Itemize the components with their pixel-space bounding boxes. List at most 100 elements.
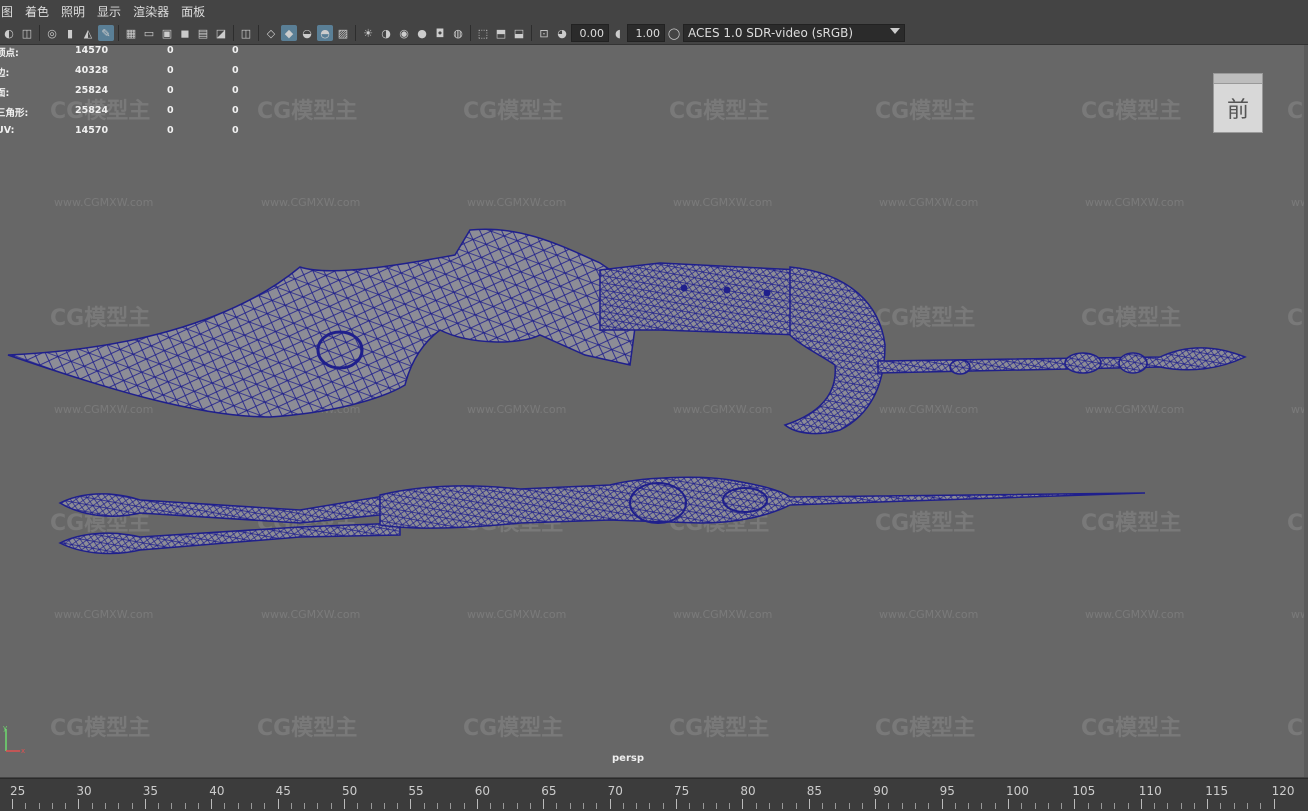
ruler-tick [1140,799,1142,809]
menu-bar: 图着色 照明 显示 渲染器 面板 [0,0,1308,22]
hud-row: UV: 14570 0 0 [0,125,250,145]
hud-v3: 0 [232,125,239,136]
svg-text:y: y [3,725,7,732]
ruler-tick [941,799,943,809]
safe-action-icon[interactable]: ◪ [213,25,229,41]
menu-item-3[interactable]: 显示 [91,3,127,20]
hud-v2: 0 [167,125,174,136]
ruler-tick [968,803,970,809]
ruler-tick [158,803,160,809]
anti-alias-icon[interactable]: ◘ [432,25,448,41]
view-cube-front-face[interactable]: 前 [1213,83,1263,133]
motion-blur-icon[interactable]: ● [414,25,430,41]
ruler-tick [184,803,186,809]
menu-item-2[interactable]: 照明 [55,3,91,20]
ruler-label: 120 [1271,784,1295,798]
wireframe-icon[interactable]: ◇ [263,25,279,41]
color-space-dropdown[interactable]: ACES 1.0 SDR-video (sRGB) [683,24,905,42]
ruler-tick [197,803,199,809]
image-plane-icon[interactable]: ▮ [62,25,78,41]
exposure-icon[interactable]: ◕ [554,25,570,41]
chevron-down-icon [890,28,900,34]
2d-pan-icon[interactable]: ◭ [80,25,96,41]
toolbar-separator [118,25,119,41]
ruler-tick [1247,803,1249,809]
xray-active-icon[interactable]: ⬓ [511,25,527,41]
ruler-label: 90 [873,784,889,798]
lower-tail-bottom [58,522,401,555]
panel-toolbar: ◐ ◫ ◎ ▮ ◭ ✎ ▦ ▭ ▣ ◼ ▤ ◪ ◫ ◇ ◆ ◒ ◓ ▨ ☀ ◑ ◉ ● ◘ ◍ ⬚ ⬒ ⬓ ⊡ ◕ 0.00 ◖ 1.00 ◯ A… [0,22,1308,45]
field-chart-icon[interactable]: ▤ [195,25,211,41]
svg-text:x: x [21,747,25,755]
menu-item-0[interactable]: 图 [0,3,19,20]
use-all-lights-icon[interactable]: ☀ [360,25,376,41]
weapon-wireframe-mesh[interactable] [0,45,1304,777]
menu-item-4[interactable]: 渲染器 [127,3,175,20]
camera-select-icon[interactable]: ◐ [1,25,17,41]
grid-icon[interactable]: ▦ [123,25,139,41]
default-material-icon[interactable]: ◒ [299,25,315,41]
hud-v1: 40328 [75,65,109,76]
ruler-tick [768,803,770,809]
ruler-tick [317,803,319,809]
ruler-tick [636,803,638,809]
poly-count-hud: 顶点:1457000边:4032800面:2582400三角形:2582400U… [0,45,250,145]
resolution-gate-icon[interactable]: ▣ [159,25,175,41]
ruler-tick [383,803,385,809]
ruler-tick [1074,799,1076,809]
ruler-tick [330,803,332,809]
camera-attr-icon[interactable]: ◫ [19,25,35,41]
gamma-field[interactable]: 1.00 [627,24,665,42]
lower-body [379,476,1146,529]
depth-of-field-icon[interactable]: ◍ [450,25,466,41]
ruler-tick [795,803,797,809]
ruler-tick [476,799,478,809]
gamma-icon[interactable]: ◖ [610,25,626,41]
ruler-label: 50 [342,784,358,798]
ruler-tick [290,803,292,809]
view-cube[interactable]: 前 [1213,73,1263,133]
ruler-label: 115 [1205,784,1229,798]
ruler-tick [463,803,465,809]
ruler-tick [516,803,518,809]
ruler-tick [38,803,40,809]
camera-name-label: persp [612,753,644,764]
ruler-tick [981,803,983,809]
ruler-tick [436,803,438,809]
upper-handle [599,262,801,336]
ruler-tick [861,803,863,809]
ruler-tick [397,803,399,809]
grease-pencil-icon[interactable]: ✎ [98,25,114,41]
ruler-tick [782,803,784,809]
ruler-tick [689,803,691,809]
axis-gizmo-icon: y x [3,725,25,755]
ruler-tick [994,803,996,809]
bookmark-icon[interactable]: ◎ [44,25,60,41]
exposure-field[interactable]: 0.00 [571,24,609,42]
safe-title-icon[interactable]: ◫ [238,25,254,41]
hud-row: 边: 40328 0 0 [0,65,250,85]
ruler-tick [1193,803,1195,809]
ruler-tick [503,803,505,809]
screen-space-ao-icon[interactable]: ◉ [396,25,412,41]
film-gate-icon[interactable]: ▭ [141,25,157,41]
ruler-tick [875,799,877,809]
xray-icon[interactable]: ▨ [335,25,351,41]
menu-item-1[interactable]: 着色 [19,3,55,20]
viewport-persp[interactable]: CG模型主 www.CGMXW.com CG模型主 www.CGMXW.com CG模型… [0,45,1304,777]
hud-v2: 0 [167,45,174,56]
shadows-icon[interactable]: ◑ [378,25,394,41]
toolbar-separator [531,25,532,41]
menu-item-5[interactable]: 面板 [175,3,211,20]
smooth-shade-icon[interactable]: ◆ [281,25,297,41]
time-slider-ruler[interactable]: 25 30 35 40 45 50 55 60 65 70 75 80 85 90 95 100 105 110 1… [0,778,1308,811]
ruler-tick [12,799,13,809]
wireframe-on-shaded-icon[interactable]: ◓ [317,25,333,41]
frame-all-icon[interactable]: ⊡ [536,25,552,41]
color-mgmt-icon[interactable]: ◯ [666,25,682,41]
ruler-tick [556,803,558,809]
gate-mask-icon[interactable]: ◼ [177,25,193,41]
ruler-label: 80 [740,784,756,798]
xray-joints-icon[interactable]: ⬒ [493,25,509,41]
isolate-select-icon[interactable]: ⬚ [475,25,491,41]
